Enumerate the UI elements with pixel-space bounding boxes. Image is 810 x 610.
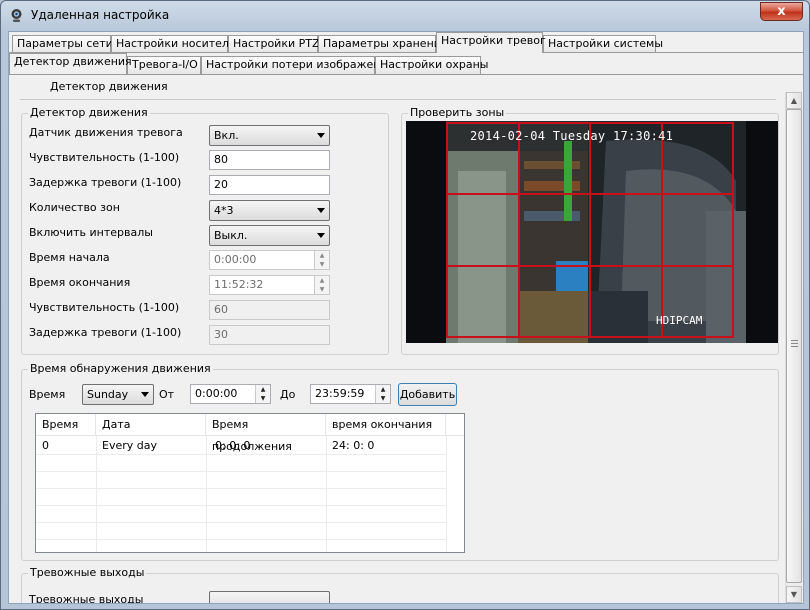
webcam-icon xyxy=(11,9,22,22)
zones-label: Количество зон xyxy=(29,201,120,214)
grid-line xyxy=(36,522,446,523)
spin-up-icon[interactable]: ▲ xyxy=(256,385,270,394)
camera-preview[interactable]: 2014-02-04 Tuesday 17:30:41 HDIPCAM xyxy=(406,121,778,343)
tab-video-loss[interactable]: Настройки потери изображения xyxy=(201,56,394,74)
spin-up-icon[interactable]: ▲ xyxy=(315,276,329,285)
sensitivity2-label: Чувствительность (1-100) xyxy=(29,301,180,314)
spin-down-icon[interactable]: ▼ xyxy=(376,394,390,403)
scroll-down-icon[interactable]: ▼ xyxy=(786,586,802,603)
to-time-spinner[interactable]: 23:59:59 ▲ ▼ xyxy=(310,384,391,404)
schedule-group-title: Время обнаружения движения xyxy=(28,362,213,375)
cell-end-time: 24: 0: 0 xyxy=(332,439,375,452)
alarm-select-value: Вкл. xyxy=(214,129,239,142)
tab-guard[interactable]: Настройки охраны xyxy=(375,56,488,74)
table-row[interactable]: 0 Every day 0: 0: 0 24: 0: 0 xyxy=(36,437,446,454)
start-time-label: Время начала xyxy=(29,251,110,264)
title-bar[interactable]: Удаленная настройка x xyxy=(1,1,809,31)
alarm-select[interactable]: Вкл. xyxy=(209,125,330,146)
chevron-down-icon xyxy=(317,208,325,213)
sensitivity-input[interactable]: 80 xyxy=(209,150,330,170)
grid-line xyxy=(36,505,446,506)
from-time-spinner[interactable]: 0:00:00 ▲ ▼ xyxy=(190,384,271,404)
chevron-down-icon xyxy=(141,392,149,397)
start-time-spinner[interactable]: 0:00:00 ▲ ▼ xyxy=(209,250,330,270)
scrollbar-thumb[interactable] xyxy=(786,109,802,583)
start-time-value: 0:00:00 xyxy=(214,253,257,266)
close-button[interactable]: x xyxy=(760,2,803,21)
grid-line xyxy=(36,539,446,540)
end-time-spinner[interactable]: 11:52:32 ▲ ▼ xyxy=(209,275,330,295)
tab-storage[interactable]: Параметры хранения xyxy=(318,35,448,53)
tab-network[interactable]: Параметры сети xyxy=(12,35,113,53)
osd-camera-label: HDIPCAM xyxy=(656,314,703,327)
tab-ptz[interactable]: Настройки PTZ xyxy=(228,35,320,53)
sensitivity-label: Чувствительность (1-100) xyxy=(29,151,180,164)
to-label: До xyxy=(280,388,296,401)
camera-frame-image xyxy=(406,121,778,343)
spin-down-icon[interactable]: ▼ xyxy=(256,394,270,403)
delay2-input[interactable]: 30 xyxy=(209,325,330,345)
from-label: От xyxy=(159,388,175,401)
column-header-date[interactable]: Дата xyxy=(96,414,206,436)
zone-preview-title: Проверить зоны xyxy=(408,106,507,119)
alarm-outputs-select[interactable] xyxy=(209,591,330,603)
scroll-up-icon[interactable]: ▲ xyxy=(786,92,802,109)
grid-line xyxy=(36,454,446,455)
alarm-label: Датчик движения тревога xyxy=(29,126,183,139)
intervals-select[interactable]: Выкл. xyxy=(209,225,330,246)
zones-select[interactable]: 4*3 xyxy=(209,200,330,221)
grid-line xyxy=(36,471,446,472)
chevron-down-icon xyxy=(317,233,325,238)
chevron-down-icon xyxy=(317,133,325,138)
day-select[interactable]: Sunday xyxy=(82,384,154,405)
alarm-outputs-group-title: Тревожные выходы xyxy=(28,566,147,579)
window-title: Удаленная настройка xyxy=(31,8,170,22)
spin-down-icon[interactable]: ▼ xyxy=(315,260,329,269)
tab-motion-detector[interactable]: Детектор движения xyxy=(9,53,132,74)
tab-media[interactable]: Настройки носителя xyxy=(111,35,236,53)
from-time-value: 0:00:00 xyxy=(195,387,238,400)
remote-settings-window: Удаленная настройка x Параметры сети Нас… xyxy=(0,0,810,610)
grid-line xyxy=(446,436,447,552)
header-divider xyxy=(20,99,776,100)
main-tabs: Параметры сети Настройки носителя Настро… xyxy=(9,32,803,53)
column-header-time[interactable]: Время xyxy=(36,414,96,436)
add-button[interactable]: Добавить xyxy=(398,383,457,406)
intervals-select-value: Выкл. xyxy=(214,229,248,242)
tab-alarm-io[interactable]: Тревога-I/O xyxy=(127,56,201,74)
spin-up-icon[interactable]: ▲ xyxy=(315,251,329,260)
motion-page: Детектор движения Детектор движения Датч… xyxy=(12,75,802,603)
column-header-end-time[interactable]: время окончания xyxy=(326,414,446,436)
delay-input[interactable]: 20 xyxy=(209,175,330,195)
grid-line xyxy=(36,488,446,489)
end-time-label: Время окончания xyxy=(29,276,131,289)
zones-select-value: 4*3 xyxy=(214,204,234,217)
cell-date: Every day xyxy=(102,439,157,452)
spin-down-icon[interactable]: ▼ xyxy=(315,285,329,294)
delay-label: Задержка тревоги (1-100) xyxy=(29,176,182,189)
intervals-label: Включить интервалы xyxy=(29,226,153,239)
osd-timestamp: 2014-02-04 Tuesday 17:30:41 xyxy=(470,129,674,143)
to-time-value: 23:59:59 xyxy=(315,387,365,400)
vertical-scrollbar[interactable]: ▲ ▼ xyxy=(785,92,802,603)
page-header: Детектор движения xyxy=(50,80,168,93)
column-header-duration[interactable]: Время продолжения xyxy=(206,414,326,453)
grip-icon xyxy=(791,340,798,347)
tab-system[interactable]: Настройки системы xyxy=(543,35,663,53)
delay2-label: Задержка тревоги (1-100) xyxy=(29,326,182,339)
day-select-value: Sunday xyxy=(87,388,129,401)
end-time-value: 11:52:32 xyxy=(214,278,264,291)
alarm-sub-tabs: Детектор движения Тревога-I/O Настройки … xyxy=(9,53,803,74)
cell-time: 0 xyxy=(42,439,49,452)
tab-alarm-settings[interactable]: Настройки тревог xyxy=(436,32,546,53)
cell-duration: 0: 0: 0 xyxy=(215,439,251,452)
column-header-filler xyxy=(446,414,464,436)
sensitivity2-input[interactable]: 60 xyxy=(209,300,330,320)
client-area: Параметры сети Настройки носителя Настро… xyxy=(8,31,804,604)
time-label: Время xyxy=(29,388,66,401)
schedule-table: Время Дата Время продолжения время оконч… xyxy=(35,413,465,553)
motion-detector-group-title: Детектор движения xyxy=(28,106,150,119)
alarm-outputs-label: Тревожные выходы xyxy=(29,593,144,603)
spin-up-icon[interactable]: ▲ xyxy=(376,385,390,394)
